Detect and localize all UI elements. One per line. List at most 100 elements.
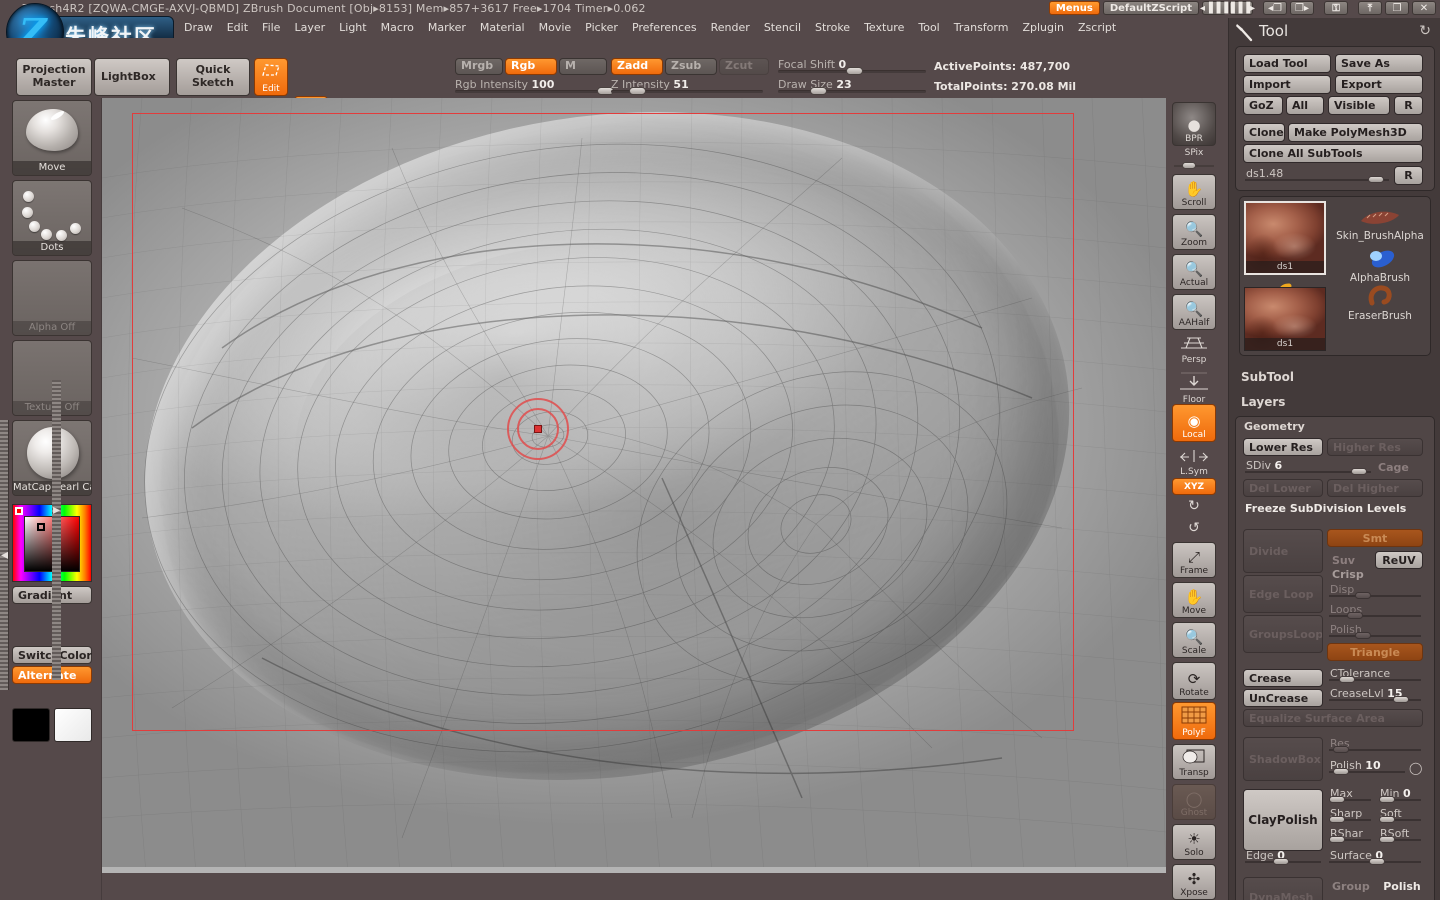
scroll-button[interactable]: ✋ Scroll [1172,174,1216,210]
current-alpha-slot[interactable]: Alpha Off [12,260,92,336]
uncrease-button[interactable]: UnCrease [1243,689,1323,707]
scale-nav-button[interactable]: 🔍 Scale [1172,622,1216,658]
subtool-section-header[interactable]: SubTool [1241,370,1294,384]
rshar-knob[interactable] [1329,836,1345,843]
goz-button[interactable]: GoZ [1243,96,1283,115]
close-button[interactable]: ✕ [1412,1,1436,15]
export-button[interactable]: Export [1335,75,1423,94]
floor-button[interactable]: Floor [1172,370,1216,404]
zsub-button[interactable]: Zsub [665,58,717,75]
transparency-button[interactable]: Transp [1172,744,1216,780]
disp-slider[interactable]: Disp [1327,583,1423,599]
rotate-y-button[interactable]: ↻ [1172,498,1216,520]
zcut-button[interactable]: Zcut [719,58,769,75]
visible-button[interactable]: Visible [1328,96,1390,115]
polish-toggle-button[interactable]: Polish [1381,877,1423,895]
menu-item-draw[interactable]: Draw [178,19,219,36]
cage-button[interactable]: Cage [1376,458,1423,476]
higher-res-button[interactable]: Higher Res [1327,438,1423,456]
polyframe-button[interactable]: PolyF [1172,702,1216,740]
tool-thumb-ds1[interactable]: ds1 [1244,201,1326,275]
secondary-color-swatch[interactable] [54,708,92,742]
disp-knob[interactable] [1355,592,1371,599]
minimize-button[interactable]: ⤒ [1358,1,1382,15]
soft-knob[interactable] [1379,816,1395,823]
menu-item-layer[interactable]: Layer [288,19,331,36]
save-as-button[interactable]: Save As [1335,54,1423,73]
sharp-slider[interactable]: Sharp [1327,807,1373,823]
zoom-button[interactable]: 🔍 Zoom [1172,214,1216,250]
lock-icon[interactable]: ⚿ [1324,1,1348,15]
quick-sketch-button[interactable]: Quick Sketch [176,58,250,96]
next-zscript-button[interactable]: ▐▐▐▸ [1229,1,1253,15]
z-intensity-knob[interactable] [629,87,646,95]
menu-item-movie[interactable]: Movie [533,19,578,36]
claypolish-button[interactable]: ClayPolish [1243,789,1323,851]
res-knob[interactable] [1333,746,1349,753]
focal-shift-knob[interactable] [846,67,863,75]
loops-knob[interactable] [1347,612,1363,619]
rsoft-knob[interactable] [1379,836,1395,843]
tool-cell-skin-brushalpha[interactable]: Skin_BrushAlpha [1332,205,1428,251]
edge-knob[interactable] [1273,858,1289,865]
polish-knob[interactable] [1355,632,1371,639]
left-tray-arrow-icon[interactable]: ◂ [0,535,10,575]
primary-color-swatch[interactable] [12,708,50,742]
divide-button[interactable]: Divide [1243,529,1323,573]
edit-mode-button[interactable]: Edit [254,58,288,96]
ctolerance-knob[interactable] [1339,676,1355,683]
aahalf-button[interactable]: 🔍 AAHalf [1172,294,1216,330]
z-intensity-slider[interactable]: Z Intensity 51 [611,78,763,95]
min-knob[interactable] [1379,796,1395,803]
actual-button[interactable]: 🔍 Actual [1172,254,1216,290]
m-button[interactable]: M [559,58,607,75]
zscript-name[interactable]: DefaultZScript [1103,1,1199,15]
menu-item-edit[interactable]: Edit [221,19,254,36]
shadowbox-button[interactable]: ShadowBox [1243,737,1323,781]
zadd-button[interactable]: Zadd [611,58,663,75]
sdiv-knob[interactable] [1351,468,1367,475]
import-button[interactable]: Import [1243,75,1331,94]
sdiv-slider[interactable]: SDiv 6 [1243,459,1373,475]
rgb-intensity-slider[interactable]: Rgb Intensity 100 [455,78,607,95]
ghost-button[interactable]: ◯ Ghost [1172,784,1216,820]
focal-shift-slider[interactable]: Focal Shift 0 [778,58,926,75]
spix-slider[interactable] [1172,158,1216,170]
polish-circle-icon[interactable]: ◯ [1409,761,1422,775]
menu-item-zscript[interactable]: Zscript [1072,19,1122,36]
polish10-slider[interactable]: Polish 10 [1327,759,1407,775]
mrgb-button[interactable]: Mrgb [455,58,503,75]
rsoft-slider[interactable]: RSoft [1377,827,1423,843]
equalize-surface-area-button[interactable]: Equalize Surface Area [1243,709,1423,727]
current-stroke-slot[interactable]: Dots [12,180,92,256]
draw-size-slider[interactable]: Draw Size 23 [778,78,926,95]
polish-slider[interactable]: Polish [1327,623,1423,639]
menus-button[interactable]: Menus [1049,1,1100,15]
all-button[interactable]: All [1286,96,1324,115]
right-tray-handle[interactable] [52,380,61,680]
tool-item-knob[interactable] [1368,176,1384,183]
loops-slider[interactable]: Loops [1327,603,1423,619]
tool-item-slider[interactable]: ds1.48 [1243,167,1391,183]
rotate-nav-button[interactable]: ⟳ Rotate [1172,662,1216,700]
creaselvl-knob[interactable] [1393,696,1409,703]
del-lower-button[interactable]: Del Lower [1243,479,1323,497]
max-slider[interactable]: Max [1327,787,1373,803]
dynamesh-button[interactable]: DynaMesh [1243,877,1323,900]
draw-size-knob[interactable] [810,87,827,95]
xpose-button[interactable]: ✣ Xpose [1172,864,1216,900]
make-polymesh3d-button[interactable]: Make PolyMesh3D [1288,123,1423,142]
menu-item-stroke[interactable]: Stroke [809,19,856,36]
menu-item-picker[interactable]: Picker [579,19,624,36]
rshar-slider[interactable]: RShar [1327,827,1373,843]
edge-loop-button[interactable]: Edge Loop [1243,575,1323,613]
lower-res-button[interactable]: Lower Res [1243,438,1323,456]
prev-zscript-button[interactable]: ◂▐▐▐ [1202,1,1226,15]
layers-section-header[interactable]: Layers [1241,395,1285,409]
smt-button[interactable]: Smt [1327,529,1423,547]
local-symmetry-button[interactable]: L.Sym [1172,448,1216,478]
menu-item-zplugin[interactable]: Zplugin [1016,19,1070,36]
crease-button[interactable]: Crease [1243,669,1323,687]
menu-item-marker[interactable]: Marker [422,19,472,36]
ctolerance-slider[interactable]: CTolerance [1327,667,1423,683]
